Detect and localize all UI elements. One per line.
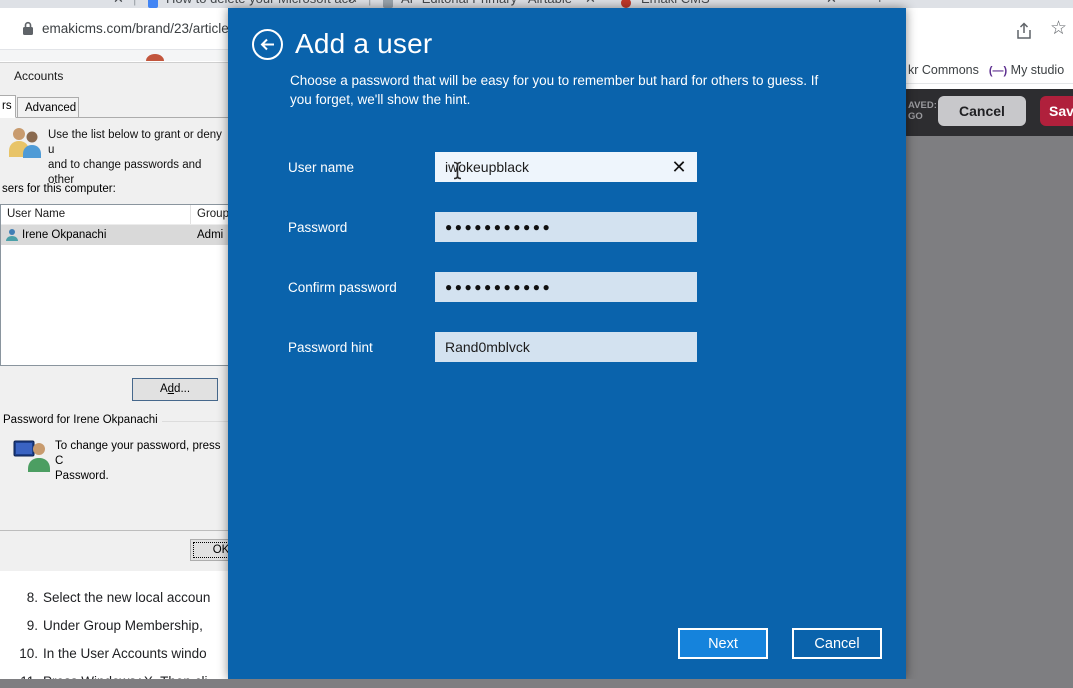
my-studio-icon: (—) <box>989 65 1007 77</box>
confirm-password-label: Confirm password <box>288 280 435 295</box>
username-label: User name <box>288 160 435 175</box>
tab-close-icon[interactable]: ✕ <box>826 0 837 7</box>
dialog-button-divider <box>0 530 228 531</box>
tab-users[interactable]: rs <box>0 95 16 118</box>
tab-advanced[interactable]: Advanced <box>17 97 79 118</box>
tab-separator: | <box>133 0 136 6</box>
password-label: Password <box>288 220 435 235</box>
text-cursor-ibeam <box>452 161 463 185</box>
users-group-icon <box>6 125 44 164</box>
saved-status-text: AVED: GO <box>906 100 936 122</box>
airtable-favicon <box>383 0 393 8</box>
page-top-strip <box>0 50 228 61</box>
user-accounts-title: Accounts <box>14 69 63 83</box>
users-tab-description: Use the list below to grant or deny u an… <box>48 128 228 188</box>
tab-close-icon[interactable]: ✕ <box>585 0 596 7</box>
dialog-cancel-button[interactable]: Cancel <box>792 628 882 659</box>
right-browser-pane: ☆ kr Commons (—) My studio AVED: GO Canc… <box>906 8 1073 679</box>
left-browser-pane: emakicms.com/brand/23/articles Accounts … <box>0 8 228 679</box>
password-hint-label: Password hint <box>288 340 435 355</box>
cms-cancel-button[interactable]: Cancel <box>938 96 1026 126</box>
list-item: 8.Select the new local accoun <box>0 590 228 605</box>
cms-action-bar: AVED: GO Cancel Save <box>906 89 1073 133</box>
clear-input-icon[interactable]: ✕ <box>667 155 691 179</box>
editor-canvas <box>906 133 1073 679</box>
tab-close-icon[interactable]: ✕ <box>347 0 358 7</box>
tab-close-icon[interactable]: ✕ <box>113 0 124 7</box>
user-accounts-dialog: Accounts rs Advanced Use the list below … <box>0 62 228 571</box>
share-icon[interactable] <box>1014 21 1034 46</box>
tab-label[interactable]: How to delete your Microsoft acc <box>166 0 355 6</box>
add-user-dialog: Add a user Choose a password that will b… <box>228 8 906 679</box>
site-logo-partial <box>146 54 164 61</box>
confirm-password-field[interactable]: ●●●●●●●●●●● <box>435 272 697 302</box>
new-tab-button[interactable]: + <box>876 0 884 6</box>
browser-tab-strip: ✕ | How to delete your Microsoft acc ✕ |… <box>0 0 1073 8</box>
lock-icon[interactable] <box>22 21 34 41</box>
column-group[interactable]: Group <box>191 205 228 224</box>
user-icon <box>5 228 19 242</box>
cms-save-button[interactable]: Save <box>1040 96 1073 126</box>
list-item: 10.In the User Accounts windo <box>0 646 228 661</box>
listview-header[interactable]: User Name Group <box>1 205 228 225</box>
list-item: 9.Under Group Membership, <box>0 618 228 633</box>
add-button[interactable]: Add... <box>132 378 218 401</box>
change-password-icon <box>12 437 52 476</box>
browser-toolbar: ☆ <box>906 8 1073 56</box>
users-list-label: sers for this computer: <box>2 183 116 195</box>
bookmark-item[interactable]: (—) My studio <box>989 63 1064 77</box>
password-hint-field[interactable]: Rand0mblvck <box>435 332 697 362</box>
username-field[interactable]: iwokeupblack ✕ <box>435 152 697 182</box>
bookmark-item[interactable]: kr Commons <box>908 63 979 77</box>
emaki-favicon <box>621 0 631 8</box>
column-user-name[interactable]: User Name <box>1 205 191 224</box>
tab-label[interactable]: Emaki CMS <box>641 0 710 6</box>
tab-separator: | <box>368 0 371 6</box>
table-row[interactable]: Irene Okpanachi Admi <box>1 225 228 245</box>
bookmarks-bar: kr Commons (—) My studio <box>906 56 1073 84</box>
article-steps-list: 8.Select the new local accoun 9.Under Gr… <box>0 571 228 679</box>
tab-page-border <box>0 117 228 118</box>
row-group: Admi <box>191 229 223 241</box>
url-text[interactable]: emakicms.com/brand/23/articles <box>42 21 228 36</box>
row-user-name: Irene Okpanachi <box>22 229 106 241</box>
bookmark-star-icon[interactable]: ☆ <box>1050 17 1067 40</box>
bottom-gray-strip <box>0 679 1073 688</box>
back-button[interactable] <box>252 29 283 60</box>
address-bar[interactable]: emakicms.com/brand/23/articles <box>0 8 228 50</box>
tab-label[interactable]: AP Editorial Primary - Airtable <box>401 0 572 6</box>
change-password-text: To change your password, press C Passwor… <box>55 439 228 484</box>
password-field[interactable]: ●●●●●●●●●●● <box>435 212 697 242</box>
password-groupbox-label: Password for Irene Okpanachi <box>3 414 228 426</box>
dialog-title: Add a user <box>295 28 432 60</box>
ok-button[interactable]: OK <box>190 539 228 561</box>
next-button[interactable]: Next <box>678 628 768 659</box>
doc-favicon <box>148 0 158 8</box>
users-listview[interactable]: User Name Group Irene Okpanachi Admi <box>0 204 228 366</box>
dialog-description: Choose a password that will be easy for … <box>290 71 835 109</box>
